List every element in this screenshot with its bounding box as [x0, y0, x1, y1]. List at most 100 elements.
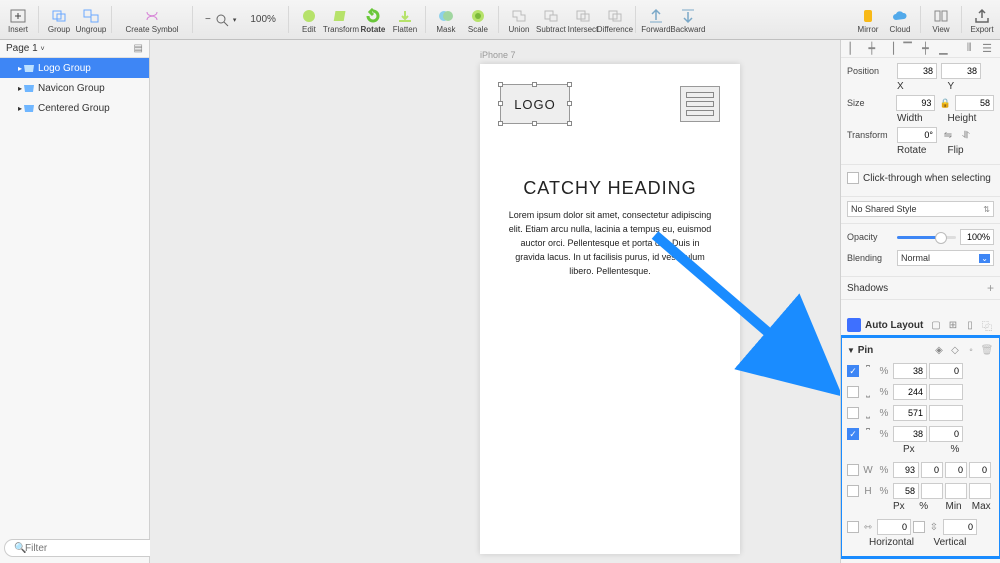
pin-right-checkbox[interactable]	[847, 386, 859, 398]
align-bottom-icon[interactable]: ▁	[936, 42, 950, 56]
pin-top-pct[interactable]	[929, 363, 963, 379]
pin-top-checkbox[interactable]: ✓	[847, 365, 859, 377]
resize-handle[interactable]	[567, 101, 572, 106]
mirror-button[interactable]: Mirror	[852, 6, 884, 34]
shared-style-select[interactable]: No Shared Style⇅	[847, 201, 994, 217]
layer-centered-group[interactable]: ▸ Centered Group	[0, 98, 149, 118]
subtract-button[interactable]: Subtract	[535, 6, 567, 34]
width-input[interactable]	[896, 95, 935, 111]
center-h-checkbox[interactable]	[847, 521, 859, 533]
align-left-icon[interactable]: ▏	[847, 42, 861, 56]
view-button[interactable]: View	[925, 0, 957, 39]
heading-text[interactable]: CATCHY HEADING	[500, 178, 720, 199]
resize-handle[interactable]	[498, 82, 503, 87]
transform-button[interactable]: Transform	[325, 6, 357, 34]
layer-navicon-group[interactable]: ▸ Navicon Group	[0, 78, 149, 98]
export-button[interactable]: Export	[966, 0, 998, 39]
align-right-icon[interactable]: ▕	[883, 42, 897, 56]
backward-icon	[679, 8, 697, 24]
position-x-input[interactable]	[897, 63, 937, 79]
group-icon	[50, 8, 68, 24]
zoom-in-icon[interactable]: ▾	[233, 16, 237, 24]
center-v-input[interactable]	[943, 519, 977, 535]
mask-button[interactable]: Mask	[430, 6, 462, 34]
scale-button[interactable]: Scale	[462, 6, 494, 34]
clickthrough-checkbox[interactable]	[847, 172, 859, 184]
pin-left-checkbox[interactable]: ✓	[847, 428, 859, 440]
paragraph-text[interactable]: Lorem ipsum dolor sit amet, consectetur …	[500, 209, 720, 279]
page-list-icon[interactable]: ▤	[134, 43, 143, 54]
resize-handle[interactable]	[567, 121, 572, 126]
resize-handle[interactable]	[532, 82, 537, 87]
distribute-h-icon[interactable]: ⫴	[962, 42, 976, 56]
align-middle-icon[interactable]: ┿	[919, 42, 933, 56]
distribute-v-icon[interactable]: ☰	[980, 42, 994, 56]
artboard-label[interactable]: iPhone 7	[480, 50, 516, 60]
al-opt2-icon[interactable]: ⊞	[946, 318, 960, 332]
union-button[interactable]: Union	[503, 6, 535, 34]
create-symbol-button[interactable]: Create Symbol	[116, 0, 188, 39]
lock-icon[interactable]: 🔒	[939, 98, 950, 109]
canvas[interactable]: iPhone 7 LOGO CATCHY HEADING Lorem ipsum…	[150, 40, 840, 563]
pin-h-px[interactable]	[893, 483, 919, 499]
pin-top-px[interactable]	[893, 363, 927, 379]
shadows-section[interactable]: Shadows+	[841, 277, 1000, 300]
pin-preset2-icon[interactable]: ◇	[948, 343, 962, 357]
filter-input[interactable]	[4, 539, 164, 557]
pin-bottom-px[interactable]	[893, 405, 927, 421]
logo-element[interactable]: LOGO	[500, 84, 570, 124]
pin-preset1-icon[interactable]: ◈	[932, 343, 946, 357]
al-opt3-icon[interactable]: ▯	[963, 318, 977, 332]
pct-toggle[interactable]: %	[877, 364, 891, 378]
center-v-checkbox[interactable]	[913, 521, 925, 533]
flatten-button[interactable]: Flatten	[389, 6, 421, 34]
insert-button[interactable]: Insert	[2, 6, 34, 34]
opacity-slider[interactable]	[897, 236, 956, 239]
pin-preset3-icon[interactable]: ◦	[964, 343, 978, 357]
page-selector[interactable]: Page 1 ˅ ▤	[0, 40, 149, 58]
zoom-out-icon[interactable]: −	[205, 14, 211, 25]
group-button[interactable]: Group	[43, 6, 75, 34]
make-exportable-section[interactable]: Make Exportable+	[841, 557, 1000, 563]
pin-w-checkbox[interactable]	[847, 464, 859, 476]
rotate-button[interactable]: Rotate	[357, 6, 389, 34]
align-center-h-icon[interactable]: ┿	[865, 42, 879, 56]
position-y-input[interactable]	[941, 63, 981, 79]
intersect-button[interactable]: Intersect	[567, 6, 599, 34]
al-opt1-icon[interactable]: ▢	[929, 318, 943, 332]
pin-w-px[interactable]	[893, 462, 919, 478]
resize-handle[interactable]	[532, 121, 537, 126]
mirror-icon	[859, 8, 877, 24]
difference-button[interactable]: Difference	[599, 6, 631, 34]
flip-h-icon[interactable]: ⇋	[941, 128, 955, 142]
ungroup-button[interactable]: Ungroup	[75, 6, 107, 34]
edit-button[interactable]: Edit	[293, 6, 325, 34]
pin-left-px[interactable]	[893, 426, 927, 442]
backward-button[interactable]: Backward	[672, 6, 704, 34]
blending-select[interactable]: Normal⌄	[897, 250, 994, 266]
pin-delete-icon[interactable]: 🗑	[980, 343, 994, 357]
resize-handle[interactable]	[567, 82, 572, 87]
add-shadow-icon[interactable]: +	[987, 281, 994, 295]
navicon-element[interactable]	[680, 86, 720, 122]
opacity-input[interactable]	[960, 229, 994, 245]
flip-v-icon[interactable]: ⥯	[959, 128, 973, 142]
zoom-control[interactable]: − ▾ 100%	[197, 0, 284, 39]
cloud-button[interactable]: Cloud	[884, 6, 916, 34]
subtract-icon	[542, 8, 560, 24]
resize-handle[interactable]	[498, 101, 503, 106]
forward-button[interactable]: Forward	[640, 6, 672, 34]
height-input[interactable]	[955, 95, 994, 111]
pin-top-icon: ⎴	[861, 364, 875, 378]
pin-h-checkbox[interactable]	[847, 485, 859, 497]
align-row: ▏ ┿ ▕ ▔ ┿ ▁ ⫴ ☰	[841, 40, 1000, 58]
center-h-input[interactable]	[877, 519, 911, 535]
al-opt4-icon[interactable]: ⿻	[980, 318, 994, 332]
pin-bottom-checkbox[interactable]	[847, 407, 859, 419]
layer-logo-group[interactable]: ▸ Logo Group	[0, 58, 149, 78]
rotate-input[interactable]	[897, 127, 937, 143]
resize-handle[interactable]	[498, 121, 503, 126]
align-top-icon[interactable]: ▔	[901, 42, 915, 56]
pin-right-px[interactable]	[893, 384, 927, 400]
artboard[interactable]: LOGO CATCHY HEADING Lorem ipsum dolor si…	[480, 64, 740, 554]
